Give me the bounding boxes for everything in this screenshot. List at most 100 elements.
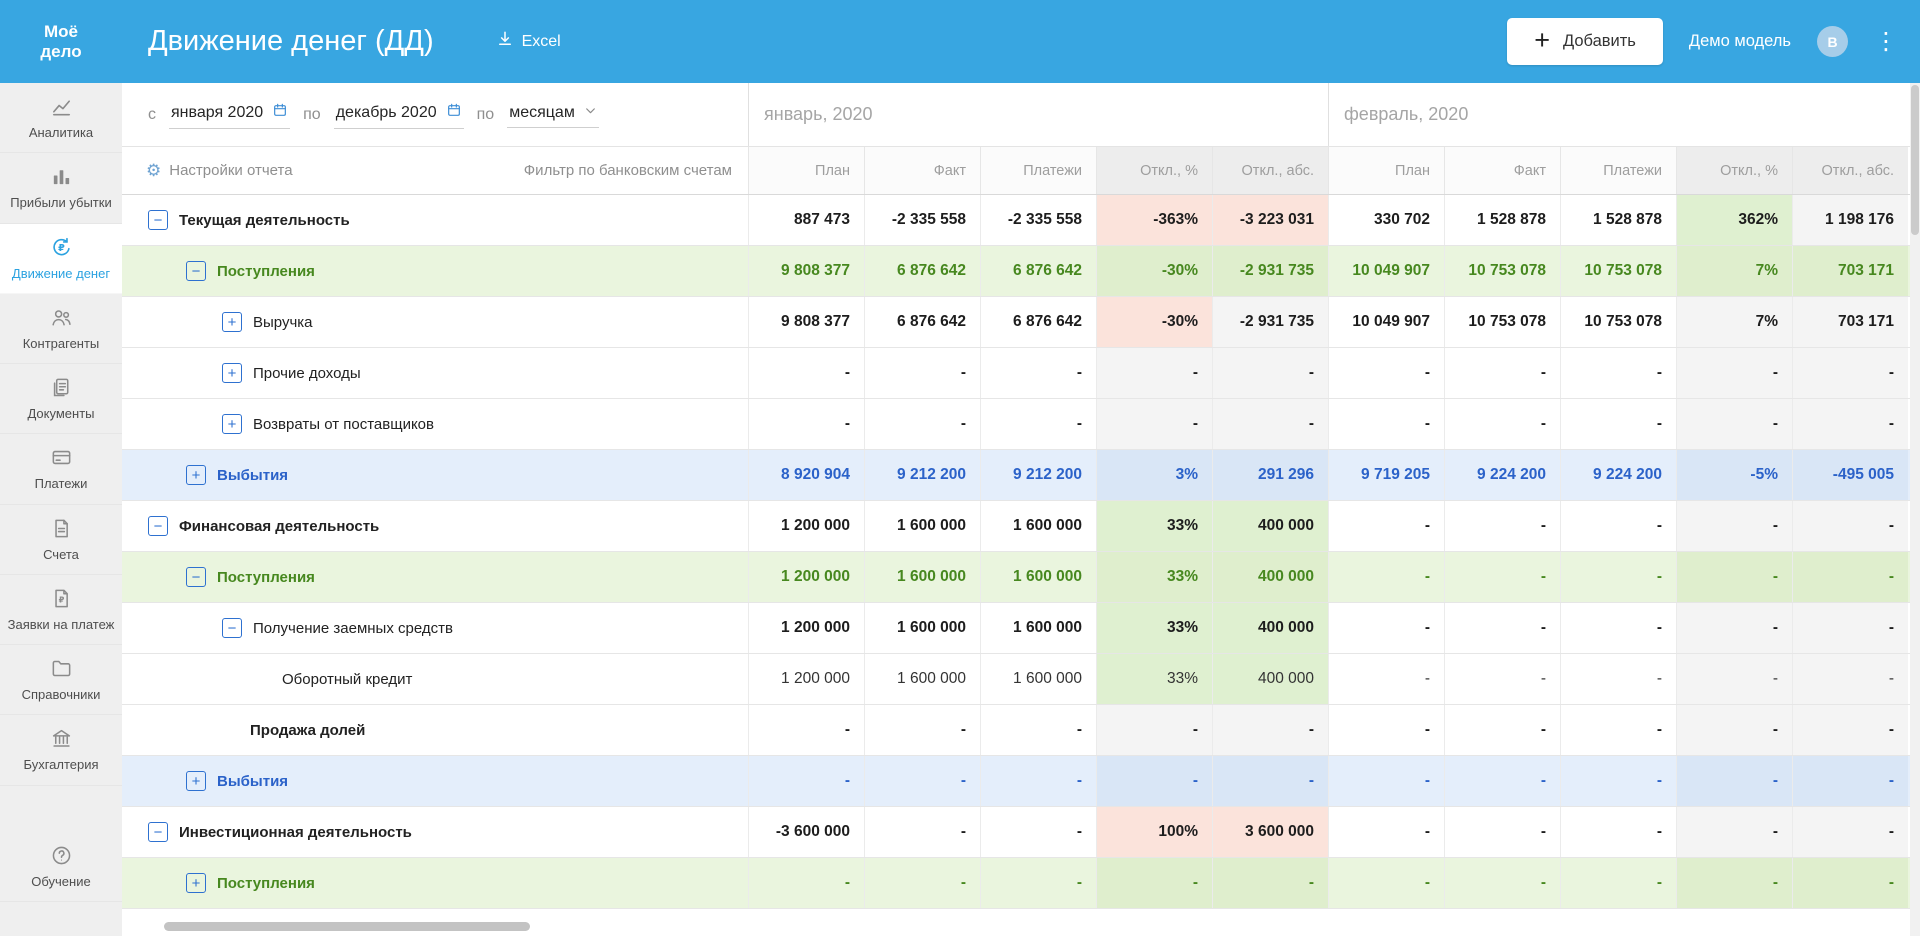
value-cell: 33% [1096, 603, 1212, 653]
value-cell: 3 600 000 [1212, 807, 1328, 857]
month-group-header: февраль, 2020 [1328, 83, 1908, 146]
sidebar-item-analytics[interactable]: Аналитика [0, 83, 122, 153]
row-label: Выбытия [217, 467, 288, 484]
value-cell: - [864, 348, 980, 398]
report-toolbar: ⚙ Настройки отчета Фильтр по банковским … [122, 147, 748, 194]
expand-button[interactable]: + [186, 465, 206, 485]
card-icon [50, 446, 73, 469]
sidebar-item-accounting[interactable]: Бухгалтерия [0, 715, 122, 785]
value-cell: - [980, 807, 1096, 857]
value-cell: - [1560, 807, 1676, 857]
value-cell: - [1792, 858, 1908, 908]
horizontal-scrollbar[interactable] [164, 922, 530, 931]
people-icon [50, 306, 73, 329]
sidebar-item-payments[interactable]: Платежи [0, 434, 122, 504]
value-cell: - [980, 756, 1096, 806]
value-cell: 100% [1096, 807, 1212, 857]
expand-button[interactable]: + [222, 363, 242, 383]
value-cell: 9 212 200 [864, 450, 980, 500]
expand-button[interactable]: + [186, 873, 206, 893]
sidebar-item-label: Обучение [31, 874, 90, 890]
table-row: −Получение заемных средств1 200 0001 600… [122, 603, 1920, 654]
value-cell: 6 876 642 [864, 297, 980, 347]
excel-label: Excel [522, 33, 561, 51]
row-label-cell: −Текущая деятельность [122, 195, 748, 245]
row-label: Финансовая деятельность [179, 518, 379, 535]
value-cell: - [1212, 705, 1328, 755]
row-label-cell: +Выручка [122, 297, 748, 347]
sidebar-item-documents[interactable]: Документы [0, 364, 122, 434]
value-cell: - [1444, 858, 1560, 908]
documents-icon [50, 376, 73, 399]
analytics-icon [50, 95, 73, 118]
collapse-button[interactable]: − [186, 261, 206, 281]
expand-button[interactable]: + [186, 771, 206, 791]
value-cell: - [864, 399, 980, 449]
collapse-button[interactable]: − [186, 567, 206, 587]
value-cell: - [1676, 348, 1792, 398]
collapse-button[interactable]: − [222, 618, 242, 638]
ruble-cycle-icon: ₽ [50, 236, 73, 259]
collapse-button[interactable]: − [148, 210, 168, 230]
kebab-menu-icon[interactable]: ⋮ [1874, 30, 1898, 54]
vertical-scrollbar-thumb[interactable] [1911, 85, 1919, 235]
app-logo[interactable]: Моё дело [0, 22, 122, 60]
value-cell: - [1444, 399, 1560, 449]
row-label-cell: Оборотный кредит [122, 654, 748, 704]
avatar[interactable]: B [1817, 26, 1848, 57]
table-row: +Поступления---------- [122, 858, 1920, 909]
value-cell: -2 931 735 [1212, 246, 1328, 296]
value-cell: 3% [1096, 450, 1212, 500]
sidebar-item-invoices[interactable]: Счета [0, 505, 122, 575]
gear-icon: ⚙ [146, 162, 161, 179]
add-button[interactable]: + Добавить [1507, 18, 1663, 65]
column-header: Факт [864, 147, 980, 194]
report-settings-label: Настройки отчета [169, 162, 292, 179]
logo-line-2: дело [0, 42, 122, 61]
period-select[interactable]: месяцам [507, 102, 599, 128]
row-label: Оборотный кредит [282, 671, 412, 688]
sidebar-item-label: Справочники [22, 687, 101, 703]
user-menu[interactable]: Демо модель [1689, 32, 1791, 51]
vertical-scrollbar-track[interactable] [1910, 83, 1920, 936]
invoice-icon [50, 517, 73, 540]
value-cell: 7% [1676, 297, 1792, 347]
value-cell: - [1096, 348, 1212, 398]
sidebar-item-contractors[interactable]: Контрагенты [0, 294, 122, 364]
excel-export-button[interactable]: Excel [496, 30, 561, 53]
collapse-button[interactable]: − [148, 822, 168, 842]
period-value: месяцам [509, 104, 575, 122]
sidebar-item-payment-requests[interactable]: ₽Заявки на платеж [0, 575, 122, 645]
value-cell: 9 224 200 [1444, 450, 1560, 500]
question-icon [50, 844, 73, 867]
sidebar-item-references[interactable]: Справочники [0, 645, 122, 715]
sidebar-item-cash-flow[interactable]: ₽Движение денег [0, 224, 122, 294]
column-header: Платежи [980, 147, 1096, 194]
payment-request-icon: ₽ [50, 587, 73, 610]
expand-button[interactable]: + [222, 312, 242, 332]
value-cell: 10 753 078 [1560, 297, 1676, 347]
value-cell: - [1444, 756, 1560, 806]
sidebar-item-profit-loss[interactable]: Прибыли убытки [0, 153, 122, 223]
bank-accounts-filter-button[interactable]: Фильтр по банковским счетам [524, 162, 732, 179]
value-cell: - [1328, 603, 1444, 653]
sidebar-item-education[interactable]: Обучение [0, 832, 122, 902]
date-to-input[interactable]: декабрь 2020 [334, 100, 464, 129]
value-cell: 10 753 078 [1444, 246, 1560, 296]
folder-icon [50, 657, 73, 680]
report-settings-button[interactable]: ⚙ Настройки отчета [146, 162, 293, 179]
date-from-input[interactable]: января 2020 [169, 100, 290, 129]
expand-button[interactable]: + [222, 414, 242, 434]
value-cell: - [1560, 858, 1676, 908]
value-cell: - [1676, 705, 1792, 755]
svg-text:₽: ₽ [58, 243, 65, 254]
bank-icon [50, 727, 73, 750]
table-row: −Финансовая деятельность1 200 0001 600 0… [122, 501, 1920, 552]
value-cell: - [864, 858, 980, 908]
table-row: +Выручка9 808 3776 876 6426 876 642-30%-… [122, 297, 1920, 348]
value-cell: -2 931 735 [1212, 297, 1328, 347]
value-cell: - [1676, 756, 1792, 806]
value-cell: - [1676, 654, 1792, 704]
report-table-body: −Текущая деятельность887 473-2 335 558-2… [122, 195, 1920, 909]
collapse-button[interactable]: − [148, 516, 168, 536]
